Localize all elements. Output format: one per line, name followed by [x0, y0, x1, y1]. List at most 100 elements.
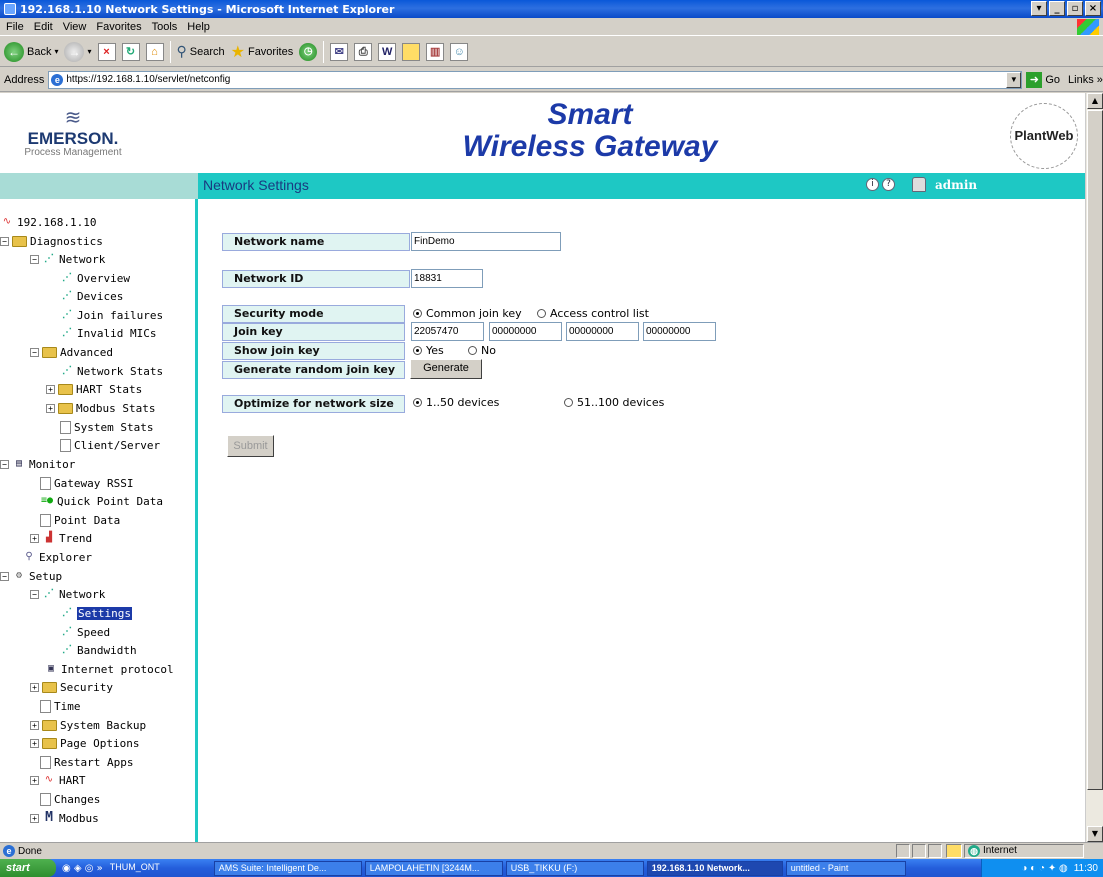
- expand-icon[interactable]: +: [30, 720, 39, 730]
- join-key-input-2[interactable]: 00000000: [489, 322, 562, 341]
- security-access-control-list-radio[interactable]: Access control list: [537, 307, 649, 320]
- tree-client-server[interactable]: Client/Server: [60, 436, 160, 454]
- expand-icon[interactable]: +: [30, 682, 39, 692]
- info-icon[interactable]: i: [866, 178, 879, 191]
- tree-network-stats[interactable]: ⋰ Network Stats: [60, 362, 163, 380]
- tree-bandwidth[interactable]: ⋰ Bandwidth: [60, 641, 137, 659]
- task-ams-suite[interactable]: AMS Suite: Intelligent De...: [213, 860, 362, 876]
- tree-system-backup[interactable]: + System Backup: [30, 716, 146, 734]
- collapse-icon[interactable]: −: [30, 589, 39, 599]
- edit-icon[interactable]: W: [378, 42, 397, 61]
- expand-icon[interactable]: +: [46, 384, 55, 394]
- quicklaunch-icons[interactable]: ◉ ◈ ◎ »: [62, 863, 103, 874]
- window-titlebar[interactable]: 192.168.1.10 Network Settings - Microsof…: [0, 0, 1103, 18]
- menu-file[interactable]: File: [6, 21, 24, 33]
- quicklaunch-folder[interactable]: THUM_ONT: [106, 861, 166, 876]
- expand-icon[interactable]: +: [30, 775, 39, 785]
- tree-modbus[interactable]: + M Modbus: [30, 809, 99, 827]
- collapse-icon[interactable]: −: [0, 236, 9, 246]
- join-key-input-1[interactable]: 22057470: [411, 322, 484, 341]
- minimize-button[interactable]: _: [1049, 1, 1065, 16]
- vertical-scrollbar[interactable]: ▲ ▼: [1085, 93, 1103, 842]
- tree-hart-stats[interactable]: + HART Stats: [46, 380, 142, 398]
- forward-button[interactable]: → ▾: [64, 41, 92, 62]
- network-name-input[interactable]: FinDemo: [411, 232, 561, 251]
- address-input[interactable]: e https://192.168.1.10/servlet/netconfig…: [48, 70, 1023, 89]
- tree-security[interactable]: + Security: [30, 678, 113, 696]
- tree-trend[interactable]: + ▟ Trend: [30, 529, 92, 547]
- home-icon[interactable]: ⌂: [145, 42, 164, 61]
- tree-restart-apps[interactable]: Restart Apps: [40, 753, 133, 771]
- refresh-icon[interactable]: ↻: [121, 42, 140, 61]
- task-lampolahetin[interactable]: LAMPOLAHETIN [3244M...: [364, 860, 503, 876]
- tree-overview[interactable]: ⋰ Overview: [60, 269, 130, 287]
- collapse-icon[interactable]: −: [0, 571, 9, 581]
- research-icon[interactable]: ▥: [426, 42, 445, 61]
- close-button[interactable]: ×: [1085, 1, 1101, 16]
- submit-button[interactable]: Submit: [227, 435, 274, 457]
- collapse-icon[interactable]: −: [30, 254, 39, 264]
- links-button[interactable]: Links »: [1068, 74, 1103, 86]
- dropdown-icon[interactable]: ▾: [1031, 1, 1047, 16]
- tree-setup-network[interactable]: − ⋰ Network: [30, 585, 105, 603]
- tree-root[interactable]: ∿ 192.168.1.10: [0, 213, 97, 231]
- show-join-key-no-radio[interactable]: No: [468, 344, 496, 357]
- generate-button[interactable]: Generate: [410, 359, 482, 379]
- tree-devices[interactable]: ⋰ Devices: [60, 287, 123, 305]
- tree-setup[interactable]: − ⚙ Setup: [0, 567, 62, 585]
- optimize-1-50-radio[interactable]: 1..50 devices: [413, 396, 499, 409]
- start-button[interactable]: start: [0, 859, 56, 877]
- go-button[interactable]: ➜ Go: [1026, 71, 1060, 88]
- stop-icon[interactable]: ×: [97, 42, 116, 61]
- menu-tools[interactable]: Tools: [152, 21, 178, 33]
- security-common-join-key-radio[interactable]: Common join key: [413, 307, 522, 320]
- tree-diagnostics[interactable]: − Diagnostics: [0, 232, 103, 250]
- print-icon[interactable]: ⎙: [354, 42, 373, 61]
- tree-advanced[interactable]: − Advanced: [30, 343, 113, 361]
- task-ie-network-settings[interactable]: 192.168.1.10 Network...: [646, 860, 783, 876]
- help-icon[interactable]: ?: [882, 178, 895, 191]
- network-id-input[interactable]: 18831: [411, 269, 483, 288]
- tree-gateway-rssi[interactable]: Gateway RSSI: [40, 474, 133, 492]
- tray-icons[interactable]: ◑ ◐ ◔ ✦ ◍: [1021, 863, 1067, 874]
- tree-monitor[interactable]: − ▤ Monitor: [0, 455, 75, 473]
- tree-speed[interactable]: ⋰ Speed: [60, 623, 110, 641]
- menu-edit[interactable]: Edit: [34, 21, 53, 33]
- favorites-button[interactable]: ★ Favorites: [231, 42, 294, 62]
- tree-quick-point-data[interactable]: ≡● Quick Point Data: [40, 492, 163, 510]
- tree-modbus-stats[interactable]: + Modbus Stats: [46, 399, 155, 417]
- optimize-51-100-radio[interactable]: 51..100 devices: [564, 396, 664, 409]
- scroll-down-icon[interactable]: ▼: [1087, 826, 1103, 842]
- tree-changes[interactable]: Changes: [40, 790, 100, 808]
- task-paint[interactable]: untitled - Paint: [785, 860, 906, 876]
- join-key-input-4[interactable]: 00000000: [643, 322, 716, 341]
- tree-hart[interactable]: + ∿ HART: [30, 771, 86, 789]
- scroll-thumb[interactable]: [1087, 110, 1103, 790]
- tree-time[interactable]: Time: [40, 697, 81, 715]
- expand-icon[interactable]: +: [30, 738, 39, 748]
- maximize-button[interactable]: ▫: [1067, 1, 1083, 16]
- history-icon[interactable]: ◷: [299, 42, 318, 61]
- search-button[interactable]: ⚲ Search: [177, 43, 225, 60]
- show-join-key-yes-radio[interactable]: Yes: [413, 344, 444, 357]
- tree-page-options[interactable]: + Page Options: [30, 734, 139, 752]
- menu-view[interactable]: View: [63, 21, 87, 33]
- expand-icon[interactable]: +: [30, 813, 39, 823]
- tree-point-data[interactable]: Point Data: [40, 511, 120, 529]
- back-button[interactable]: ← Back ▾: [4, 41, 58, 62]
- menu-help[interactable]: Help: [187, 21, 210, 33]
- tree-system-stats[interactable]: System Stats: [60, 418, 153, 436]
- logout-lock-icon[interactable]: [912, 177, 926, 192]
- tree-explorer[interactable]: ⚲ Explorer: [22, 548, 92, 566]
- tree-join-failures[interactable]: ⋰ Join failures: [60, 306, 163, 324]
- messenger-icon[interactable]: ☺: [450, 42, 469, 61]
- task-usb-tikku[interactable]: USB_TIKKU (F:): [505, 860, 644, 876]
- tree-internet-protocol[interactable]: ▣ Internet protocol: [44, 660, 174, 678]
- tree-diag-network[interactable]: − ⋰ Network: [30, 250, 105, 268]
- expand-icon[interactable]: +: [46, 403, 55, 413]
- tree-invalid-mics[interactable]: ⋰ Invalid MICs: [60, 324, 156, 342]
- expand-icon[interactable]: +: [30, 533, 39, 543]
- join-key-input-3[interactable]: 00000000: [566, 322, 639, 341]
- address-dropdown-icon[interactable]: ▼: [1006, 71, 1022, 88]
- tree-settings[interactable]: ⋰ Settings: [60, 604, 132, 622]
